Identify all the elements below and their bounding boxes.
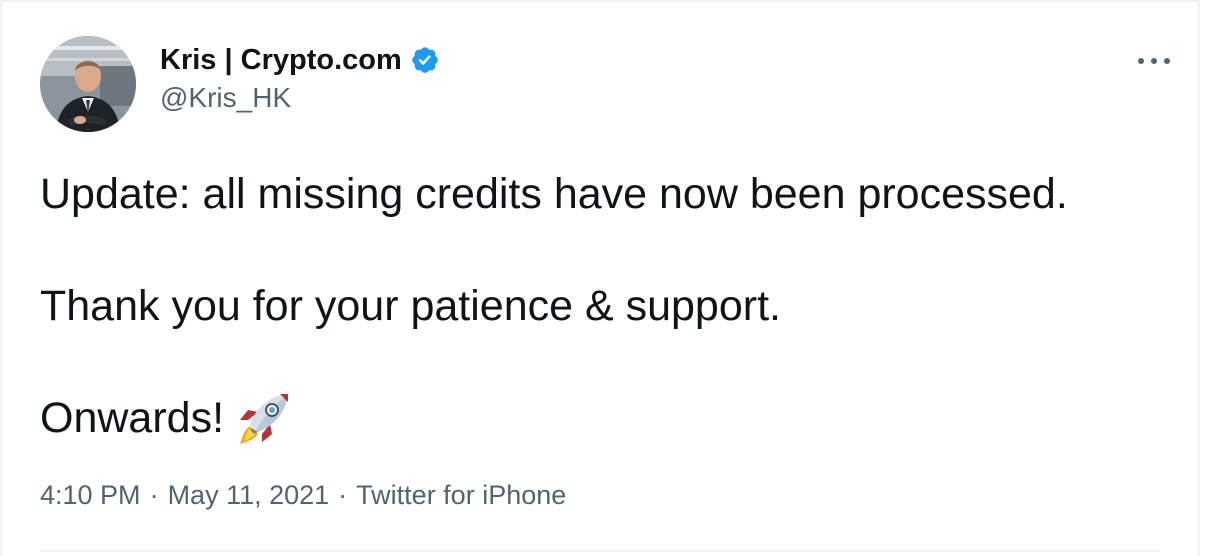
tweet-paragraph-3: Onwards!	[40, 392, 1170, 444]
author-info: Kris | Crypto.com @Kris_HK	[160, 42, 440, 114]
tweet-source[interactable]: Twitter for iPhone	[356, 480, 566, 511]
separator-dot: ·	[149, 480, 159, 510]
tweet-timestamp-date[interactable]: May 11, 2021	[168, 480, 330, 511]
divider	[40, 550, 1160, 552]
tweet-text: Update: all missing credits have now bee…	[40, 168, 1170, 444]
more-options-icon	[1138, 58, 1170, 64]
avatar-image	[40, 36, 136, 132]
tweet-paragraph-2: Thank you for your patience & support.	[40, 282, 781, 330]
tweet-paragraph-1: Update: all missing credits have now bee…	[40, 170, 1068, 218]
author-name-row: Kris | Crypto.com	[160, 42, 440, 78]
tweet-card: Kris | Crypto.com @Kris_HK Update: all m…	[0, 0, 1200, 556]
author-avatar[interactable]	[40, 36, 136, 132]
tweet-metadata: 4:10 PM · May 11, 2021 · Twitter for iPh…	[40, 480, 566, 511]
rocket-emoji-icon	[236, 390, 292, 446]
tweet-paragraph-3-text: Onwards!	[40, 394, 225, 442]
author-handle[interactable]: @Kris_HK	[160, 82, 440, 114]
author-display-name[interactable]: Kris | Crypto.com	[160, 44, 402, 77]
verified-badge-icon	[410, 45, 440, 75]
more-options-button[interactable]	[1132, 48, 1176, 74]
tweet-timestamp-time[interactable]: 4:10 PM	[40, 480, 141, 511]
separator-dot: ·	[338, 480, 348, 510]
